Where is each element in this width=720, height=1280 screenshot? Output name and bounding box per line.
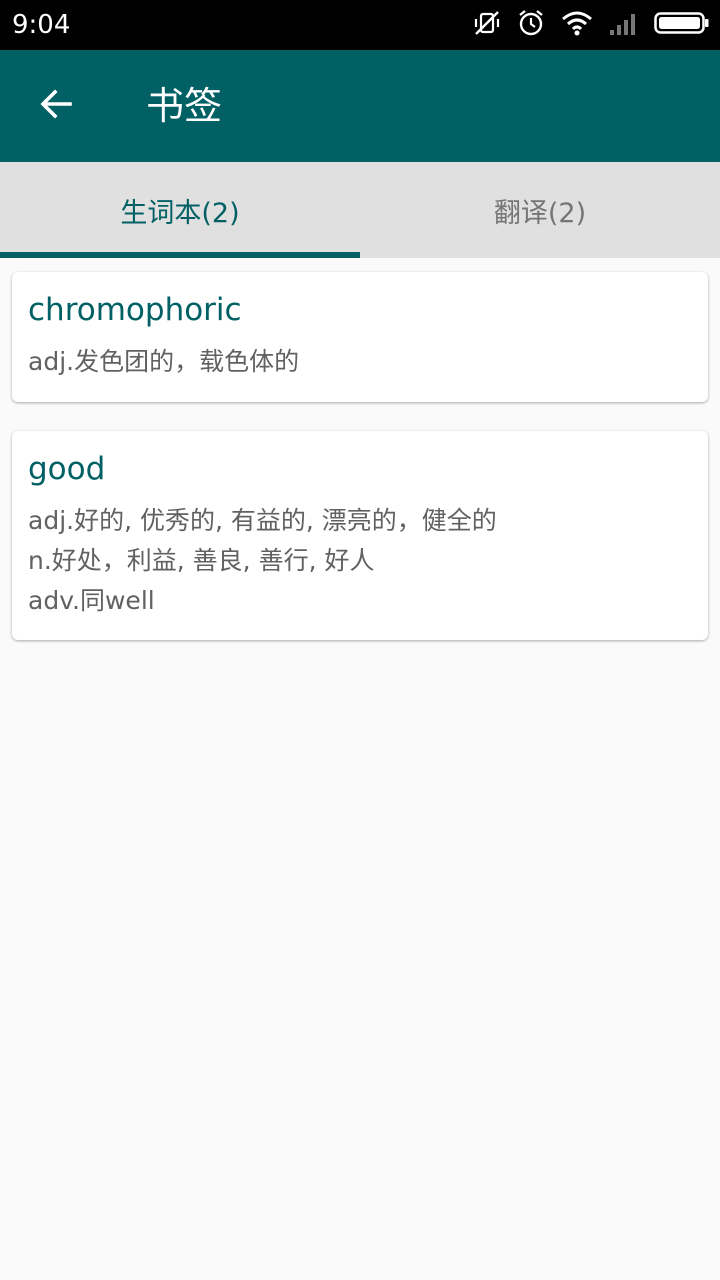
battery-icon: [654, 11, 710, 39]
definition-line: adj.好的, 优秀的, 有益的, 漂亮的，健全的: [28, 506, 497, 535]
tab-vocabulary-label: 生词本(2): [120, 197, 240, 229]
status-bar: 9:04: [0, 0, 720, 50]
mute-vibrate-icon: [472, 8, 502, 42]
word-title: chromophoric: [28, 292, 242, 328]
page-title: 书签: [146, 84, 223, 128]
back-button[interactable]: [24, 74, 88, 138]
word-definitions: adj.好的, 优秀的, 有益的, 漂亮的，健全的 n.好处，利益, 善良, 善…: [28, 501, 692, 621]
wifi-icon: [560, 9, 594, 41]
alarm-icon: [516, 8, 546, 42]
definition-line: n.好处，利益, 善良, 善行, 好人: [28, 546, 375, 575]
word-card[interactable]: chromophoric adj.发色团的，载色体的: [12, 272, 708, 402]
tab-bar: 生词本(2) 翻译(2): [0, 162, 720, 258]
app-bar: 书签: [0, 50, 720, 162]
tab-translation-label: 翻译(2): [493, 197, 587, 229]
definition-line: adj.发色团的，载色体的: [28, 347, 300, 376]
word-card[interactable]: good adj.好的, 优秀的, 有益的, 漂亮的，健全的 n.好处，利益, …: [12, 431, 708, 640]
tab-vocabulary[interactable]: 生词本(2): [0, 162, 360, 258]
tab-indicator: [0, 252, 360, 258]
status-icons: [458, 9, 710, 41]
status-time: 9:04: [12, 10, 71, 40]
word-title: good: [28, 451, 106, 487]
word-definitions: adj.发色团的，载色体的: [28, 342, 692, 382]
definition-line: adv.同well: [28, 586, 155, 615]
arrow-back-icon: [38, 86, 74, 126]
tab-translation[interactable]: 翻译(2): [360, 162, 720, 258]
signal-icon: [608, 10, 640, 40]
